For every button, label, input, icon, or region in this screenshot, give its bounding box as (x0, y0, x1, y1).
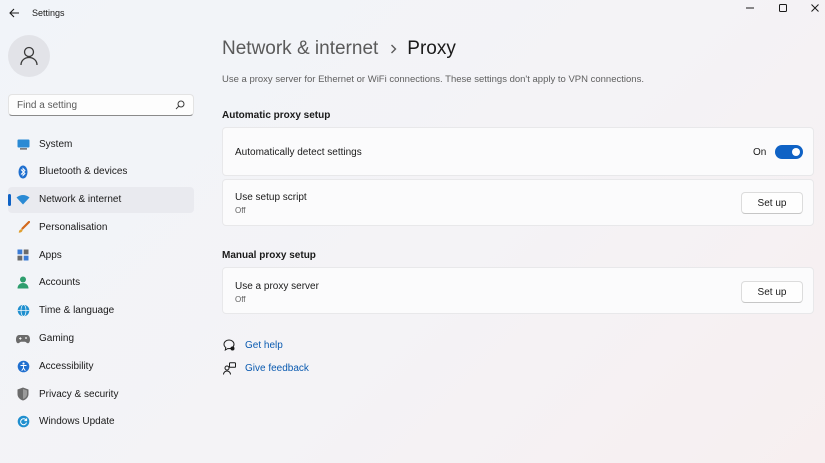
close-icon (811, 4, 819, 12)
proxy-server-card: Use a proxy server Off Set up (222, 267, 814, 314)
minimize-icon (746, 7, 754, 9)
maximize-icon (779, 4, 787, 12)
sidebar-item-label: Gaming (39, 333, 75, 345)
setup-script-status: Off (235, 206, 246, 215)
update-icon (16, 415, 30, 429)
globe-icon (16, 304, 30, 318)
back-button[interactable] (6, 6, 22, 20)
maximize-button[interactable] (767, 0, 799, 16)
sidebar-item-label: System (39, 138, 73, 150)
app-title: Settings (32, 8, 65, 18)
sidebar-item-network[interactable]: Network & internet (8, 186, 194, 213)
gaming-icon (16, 332, 30, 346)
page-description: Use a proxy server for Ethernet or WiFi … (222, 74, 644, 85)
sidebar-item-windows-update[interactable]: Windows Update (8, 409, 194, 435)
network-icon (16, 193, 30, 207)
get-help-label[interactable]: Get help (245, 340, 283, 351)
proxy-server-label: Use a proxy server (235, 281, 319, 292)
title-bar: Settings (0, 0, 825, 28)
sidebar-item-label: Windows Update (39, 416, 115, 428)
sidebar-item-label: Accounts (39, 277, 81, 289)
sidebar-item-label: Bluetooth & devices (39, 166, 128, 178)
sidebar-item-accounts[interactable]: Accounts (8, 270, 194, 296)
sidebar-item-label: Personalisation (39, 221, 108, 233)
avatar[interactable] (8, 35, 50, 77)
toggle-state-label: On (753, 147, 767, 158)
user-icon (20, 46, 38, 66)
search-icon (175, 100, 185, 110)
proxy-server-setup-button[interactable]: Set up (741, 281, 803, 303)
sidebar-item-label: Privacy & security (39, 388, 119, 400)
page-title: Proxy (407, 38, 456, 59)
proxy-server-status: Off (235, 295, 246, 304)
sidebar-item-label: Network & internet (39, 194, 122, 206)
sidebar-item-gaming[interactable]: Gaming (8, 326, 194, 352)
bluetooth-icon (16, 165, 30, 179)
section-title-automatic: Automatic proxy setup (222, 110, 331, 121)
sidebar-item-time-language[interactable]: Time & language (8, 298, 194, 324)
auto-detect-card: Automatically detect settings On (222, 127, 814, 176)
close-button[interactable] (799, 0, 825, 16)
shield-icon (16, 387, 30, 401)
give-feedback-label[interactable]: Give feedback (245, 363, 309, 374)
search-input[interactable] (17, 99, 175, 111)
sidebar-item-bluetooth[interactable]: Bluetooth & devices (8, 159, 194, 185)
brush-icon (16, 220, 30, 234)
accessibility-icon (16, 359, 30, 373)
sidebar-item-apps[interactable]: Apps (8, 242, 194, 268)
accounts-icon (16, 276, 30, 290)
setup-script-card: Use setup script Off Set up (222, 179, 814, 226)
breadcrumb: Network & internet Proxy (222, 36, 456, 62)
sidebar-nav: System Bluetooth & devices Network & int… (8, 131, 194, 437)
setup-script-label: Use setup script (235, 192, 307, 203)
sidebar-item-privacy-security[interactable]: Privacy & security (8, 381, 194, 407)
sidebar-item-personalisation[interactable]: Personalisation (8, 214, 194, 240)
search-box[interactable] (8, 94, 194, 116)
sidebar-item-label: Time & language (39, 305, 115, 317)
section-title-manual: Manual proxy setup (222, 250, 316, 261)
chevron-right-icon (390, 44, 397, 54)
get-help-link[interactable]: Get help (222, 338, 283, 352)
auto-detect-toggle[interactable] (775, 145, 803, 159)
minimize-button[interactable] (734, 0, 766, 16)
back-arrow-icon (8, 8, 19, 18)
feedback-icon (222, 361, 236, 375)
sidebar-item-system[interactable]: System (8, 131, 194, 157)
help-icon (222, 338, 236, 352)
setup-script-button[interactable]: Set up (741, 192, 803, 214)
breadcrumb-parent[interactable]: Network & internet (222, 38, 378, 60)
apps-icon (16, 248, 30, 262)
auto-detect-label: Automatically detect settings (235, 147, 362, 158)
sidebar-item-label: Accessibility (39, 360, 94, 372)
sidebar-item-label: Apps (39, 249, 62, 261)
system-icon (16, 137, 30, 151)
give-feedback-link[interactable]: Give feedback (222, 361, 309, 375)
sidebar-item-accessibility[interactable]: Accessibility (8, 353, 194, 379)
